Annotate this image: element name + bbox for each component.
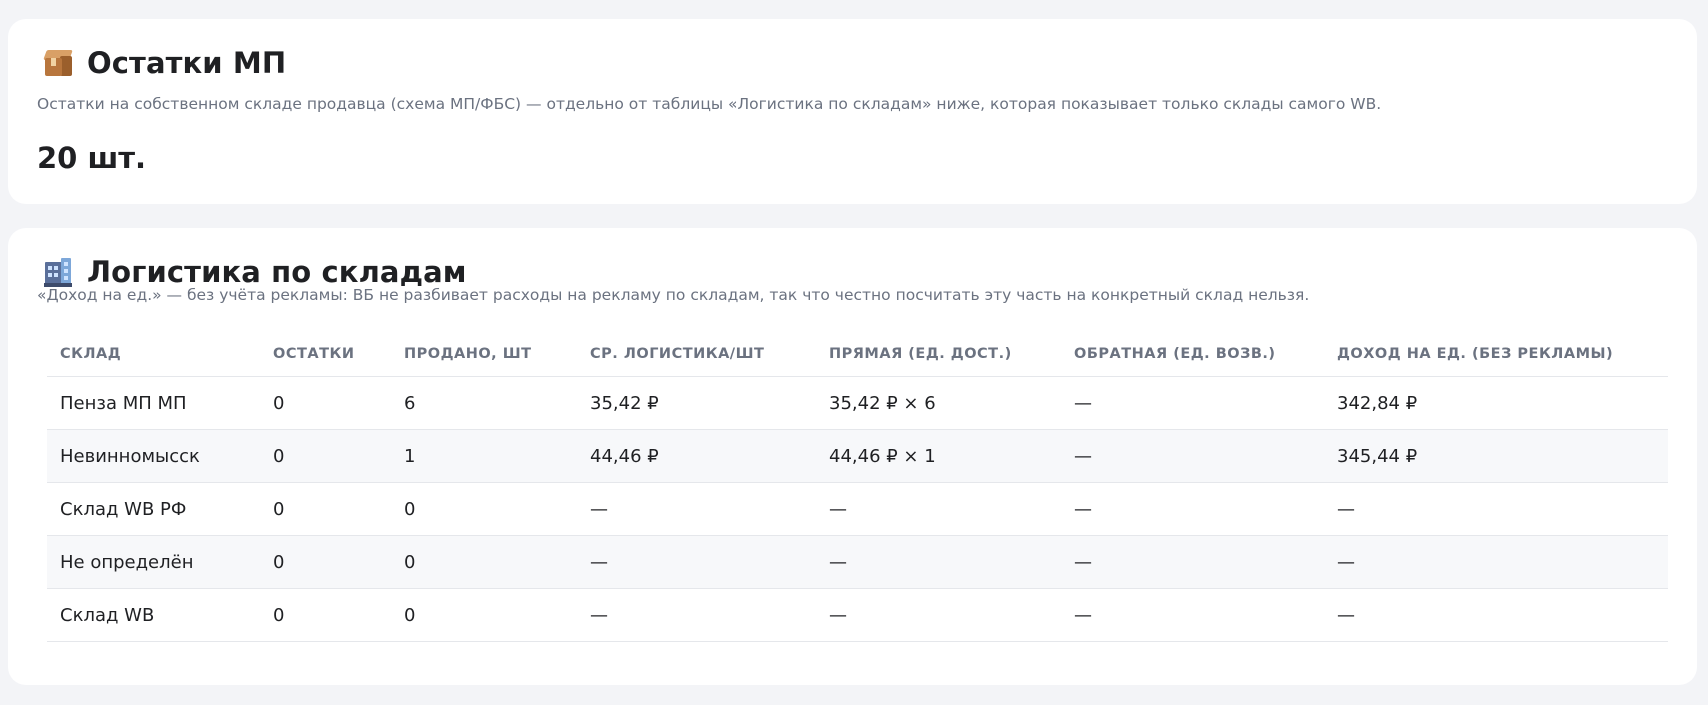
cell-avg-logistics: 35,42 ₽ <box>577 376 816 430</box>
logistics-card-description: «Доход на ед.» — без учёта рекламы: ВБ н… <box>37 286 1310 304</box>
cell-warehouse: Склад WB РФ <box>47 482 260 536</box>
cell-sold: 6 <box>391 376 577 430</box>
cell-avg-logistics: — <box>577 535 816 589</box>
cell-sold: 0 <box>391 588 577 642</box>
cell-warehouse: Не определён <box>47 535 260 589</box>
column-header-stock[interactable]: ОСТАТКИ <box>260 332 391 377</box>
cell-stock: 0 <box>260 376 391 430</box>
logistics-card-title-text: Логистика по складам <box>87 255 467 289</box>
logistics-card-title: Логистика по складам <box>42 255 467 289</box>
cell-warehouse: Невинномысск <box>47 429 260 483</box>
cell-reverse: — <box>1061 482 1324 536</box>
column-header-reverse[interactable]: ОБРАТНАЯ (ЕД. ВОЗВ.) <box>1061 332 1324 377</box>
stock-total-value: 20 шт. <box>37 141 147 175</box>
cell-direct: — <box>816 588 1061 642</box>
table-row: Склад WB РФ 0 0 — — — — <box>47 482 1668 536</box>
cell-stock: 0 <box>260 535 391 589</box>
cell-income-per-unit: 342,84 ₽ <box>1324 376 1668 430</box>
cell-stock: 0 <box>260 482 391 536</box>
column-header-avg-logistics[interactable]: СР. ЛОГИСТИКА/ШТ <box>577 332 816 377</box>
cell-avg-logistics: 44,46 ₽ <box>577 429 816 483</box>
cell-direct: — <box>816 535 1061 589</box>
cell-sold: 1 <box>391 429 577 483</box>
cell-reverse: — <box>1061 588 1324 642</box>
stock-card-title-text: Остатки МП <box>87 46 287 80</box>
cell-direct: — <box>816 482 1061 536</box>
column-header-warehouse[interactable]: СКЛАД <box>47 332 260 377</box>
cell-direct: 35,42 ₽ × 6 <box>816 376 1061 430</box>
cell-warehouse: Пенза МП МП <box>47 376 260 430</box>
table-header-row: СКЛАД ОСТАТКИ ПРОДАНО, ШТ СР. ЛОГИСТИКА/… <box>47 332 1668 377</box>
cell-stock: 0 <box>260 429 391 483</box>
stock-card-description: Остатки на собственном складе продавца (… <box>37 95 1382 113</box>
package-icon <box>42 47 74 79</box>
cell-direct: 44,46 ₽ × 1 <box>816 429 1061 483</box>
column-header-sold[interactable]: ПРОДАНО, ШТ <box>391 332 577 377</box>
stock-card-title: Остатки МП <box>42 46 286 80</box>
column-header-income-per-unit[interactable]: ДОХОД НА ЕД. (БЕЗ РЕКЛАМЫ) <box>1324 332 1668 377</box>
warehouse-logistics-table: СКЛАД ОСТАТКИ ПРОДАНО, ШТ СР. ЛОГИСТИКА/… <box>47 332 1668 642</box>
logistics-card: Логистика по складам «Доход на ед.» — бе… <box>8 228 1697 685</box>
cell-reverse: — <box>1061 535 1324 589</box>
office-building-icon <box>42 256 74 288</box>
cell-reverse: — <box>1061 376 1324 430</box>
cell-sold: 0 <box>391 535 577 589</box>
cell-avg-logistics: — <box>577 482 816 536</box>
cell-reverse: — <box>1061 429 1324 483</box>
cell-sold: 0 <box>391 482 577 536</box>
table-row: Не определён 0 0 — — — — <box>47 535 1668 589</box>
cell-income-per-unit: 345,44 ₽ <box>1324 429 1668 483</box>
table-row: Склад WB 0 0 — — — — <box>47 588 1668 642</box>
cell-income-per-unit: — <box>1324 588 1668 642</box>
cell-stock: 0 <box>260 588 391 642</box>
column-header-direct[interactable]: ПРЯМАЯ (ЕД. ДОСТ.) <box>816 332 1061 377</box>
cell-warehouse: Склад WB <box>47 588 260 642</box>
table-row: Невинномысск 0 1 44,46 ₽ 44,46 ₽ × 1 — 3… <box>47 429 1668 483</box>
cell-avg-logistics: — <box>577 588 816 642</box>
cell-income-per-unit: — <box>1324 535 1668 589</box>
cell-income-per-unit: — <box>1324 482 1668 536</box>
table-row: Пенза МП МП 0 6 35,42 ₽ 35,42 ₽ × 6 — 34… <box>47 376 1668 430</box>
stock-card: Остатки МП Остатки на собственном складе… <box>8 19 1697 204</box>
